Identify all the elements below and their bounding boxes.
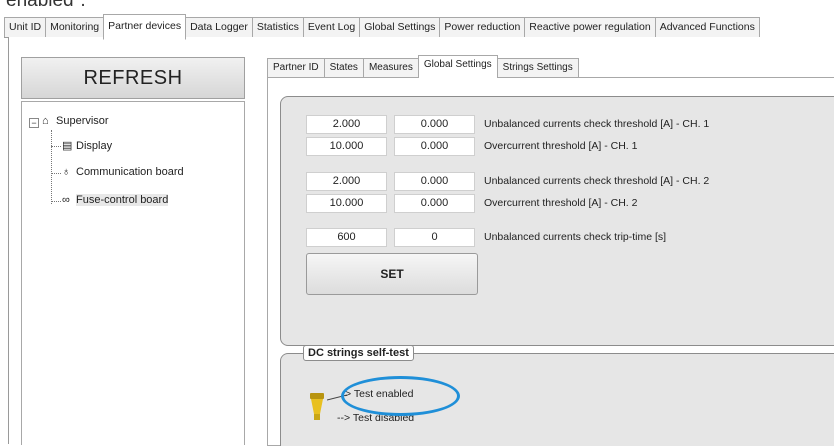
tree-node-supervisor[interactable]: ⌂ Supervisor (42, 115, 109, 127)
refresh-button[interactable]: REFRESH (21, 57, 245, 99)
overcurrent-ch1-value[interactable]: 10.000 (306, 137, 387, 156)
overcurrent-ch2-label: Overcurrent threshold [A] - CH. 2 (484, 197, 638, 209)
threshold-ch1-value[interactable]: 2.000 (306, 115, 387, 134)
trip-time-input[interactable]: 0 (394, 228, 475, 247)
threshold-ch2-value[interactable]: 2.000 (306, 172, 387, 191)
tab-power-reduction[interactable]: Power reduction (439, 17, 526, 37)
tab-sub-global-settings[interactable]: Global Settings (417, 55, 498, 78)
caption-fragment: enabled". (6, 0, 86, 11)
tab-unit-id[interactable]: Unit ID (4, 17, 47, 37)
tab-statistics[interactable]: Statistics (251, 17, 304, 37)
overcurrent-ch1-label: Overcurrent threshold [A] - CH. 1 (484, 140, 638, 152)
sub-tab-strip: Partner ID States Measures Global Settin… (267, 55, 579, 78)
tab-reactive-power-regulation[interactable]: Reactive power regulation (524, 17, 656, 37)
tab-measures[interactable]: Measures (362, 58, 419, 78)
threshold-ch2-label: Unbalanced currents check threshold [A] … (484, 175, 710, 187)
tab-data-logger[interactable]: Data Logger (185, 17, 253, 37)
tab-partner-devices[interactable]: Partner devices (103, 14, 187, 40)
collapse-icon[interactable]: − (29, 118, 39, 128)
board-icon: ♁ (62, 166, 71, 178)
tree-node-fuse-control-board[interactable]: ∞ Fuse-control board (62, 194, 169, 206)
overcurrent-ch2-input[interactable]: 0.000 (394, 194, 475, 213)
monitor-icon: ▤ (62, 140, 73, 152)
fuse-icon: ∞ (62, 194, 70, 206)
device-tree: − ⌂ Supervisor ▤ Display ♁ Communication bo… (21, 101, 245, 445)
tab-event-log[interactable]: Event Log (302, 17, 361, 37)
tab-global-settings[interactable]: Global Settings (359, 17, 441, 37)
trip-time-label: Unbalanced currents check trip-time [s] (484, 231, 667, 243)
tab-partner-id[interactable]: Partner ID (267, 58, 325, 78)
overcurrent-ch2-value[interactable]: 10.000 (306, 194, 387, 213)
trip-time-value[interactable]: 600 (306, 228, 387, 247)
self-test-title: DC strings self-test (303, 345, 414, 361)
tree-line (51, 201, 61, 202)
tree-node-communication-board[interactable]: ♁ Communication board (62, 166, 184, 178)
tab-strings-settings[interactable]: Strings Settings (496, 58, 579, 78)
tab-monitoring[interactable]: Monitoring (45, 17, 105, 37)
tree-node-label: Fuse-control board (76, 194, 169, 206)
tree-node-label: Display (76, 140, 113, 152)
status-lamp-icon (310, 393, 324, 420)
house-icon: ⌂ (42, 115, 49, 127)
threshold-ch2-input[interactable]: 0.000 (394, 172, 475, 191)
threshold-ch1-label: Unbalanced currents check threshold [A] … (484, 118, 710, 130)
thresholds-group: 2.000 0.000 Unbalanced currents check th… (280, 96, 834, 346)
overcurrent-ch1-input[interactable]: 0.000 (394, 137, 475, 156)
tree-node-label: Communication board (76, 166, 184, 178)
tree-node-label: Supervisor (56, 115, 109, 127)
tree-line (51, 130, 52, 204)
threshold-ch1-input[interactable]: 0.000 (394, 115, 475, 134)
tree-line (51, 173, 61, 174)
tab-advanced-functions[interactable]: Advanced Functions (654, 17, 760, 37)
global-settings-panel: 2.000 0.000 Unbalanced currents check th… (267, 77, 834, 446)
tab-states[interactable]: States (323, 58, 364, 78)
highlight-circle (341, 376, 460, 416)
set-button[interactable]: SET (306, 253, 478, 295)
partner-devices-panel: REFRESH − ⌂ Supervisor ▤ Display ♁ Communic… (8, 37, 834, 446)
tree-line (51, 146, 61, 147)
dc-strings-self-test-group: DC strings self-test > Test enabled --> … (280, 345, 834, 446)
tree-node-display[interactable]: ▤ Display (62, 139, 112, 152)
main-tab-strip: Unit ID Monitoring Partner devices Data … (4, 14, 834, 40)
